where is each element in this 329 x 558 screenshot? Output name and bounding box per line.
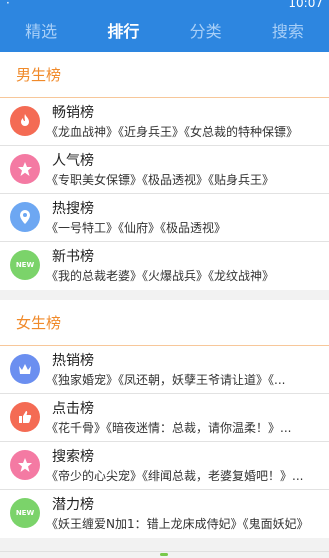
ranking-books: 《龙血战神》《近身兵王》《女总裁的特种保镖》 [46, 125, 299, 139]
ranking-item-bestseller[interactable]: 畅销榜 《龙血战神》《近身兵王》《女总裁的特种保镖》 [0, 98, 329, 146]
ranking-list-female: 热销榜 《独家婚宠》《凤还朝，妖孽王爷请让道》《... 点击榜 《花千骨》《暗夜… [0, 346, 329, 538]
new-icon: NEW [10, 250, 40, 280]
ranking-title: 点击榜 [52, 401, 94, 417]
location-icon [10, 202, 40, 232]
ranking-title: 人气榜 [52, 153, 94, 169]
section-title: 男生榜 [16, 66, 62, 84]
new-icon: NEW [10, 498, 40, 528]
ranking-books: 《花千骨》《暗夜迷情：总裁，请你温柔！》... [46, 421, 292, 435]
crown-icon [10, 354, 40, 384]
ranking-books: 《帝少的心尖宠》《绯闻总裁，老婆复婚吧！》... [46, 469, 304, 483]
ranking-title: 新书榜 [52, 249, 94, 265]
ranking-title: 畅销榜 [52, 105, 94, 121]
status-bar: · 10:07 [0, 0, 329, 10]
section-header-female: 女生榜 [0, 300, 329, 346]
ranking-item-potential[interactable]: NEW 潜力榜 《妖王缠爱N加1：错上龙床成侍妃》《鬼面妖妃》 [0, 490, 329, 538]
status-left: · [6, 0, 10, 10]
tab-rankings[interactable]: 排行 [82, 18, 164, 46]
ranking-item-searches[interactable]: 搜索榜 《帝少的心尖宠》《绯闻总裁，老婆复婚吧！》... [0, 442, 329, 490]
ranking-item-hot-sales[interactable]: 热销榜 《独家婚宠》《凤还朝，妖孽王爷请让道》《... [0, 346, 329, 394]
ranking-item-popularity[interactable]: 人气榜 《专职美女保镖》《极品透视》《贴身兵王》 [0, 146, 329, 194]
section-header-male: 男生榜 [0, 52, 329, 98]
bottom-indicator [160, 553, 168, 556]
ranking-books: 《一号特工》《仙府》《极品透视》 [46, 221, 227, 235]
tab-categories[interactable]: 分类 [165, 18, 247, 46]
ranking-list-male: 畅销榜 《龙血战神》《近身兵王》《女总裁的特种保镖》 人气榜 《专职美女保镖》《… [0, 98, 329, 290]
section-title: 女生榜 [16, 314, 62, 332]
ranking-books: 《独家婚宠》《凤还朝，妖孽王爷请让道》《... [46, 373, 286, 387]
top-bar: · 10:07 精选 排行 分类 搜索 [0, 0, 329, 52]
tab-bar: 精选 排行 分类 搜索 [0, 18, 329, 46]
ranking-item-new-books[interactable]: NEW 新书榜 《我的总裁老婆》《火爆战兵》《龙纹战神》 [0, 242, 329, 290]
ranking-books: 《妖王缠爱N加1：错上龙床成侍妃》《鬼面妖妃》 [46, 517, 309, 531]
tab-featured[interactable]: 精选 [0, 18, 82, 46]
ranking-title: 搜索榜 [52, 449, 94, 465]
ranking-title: 热销榜 [52, 353, 94, 369]
flame-icon [10, 106, 40, 136]
ranking-item-hot-search[interactable]: 热搜榜 《一号特工》《仙府》《极品透视》 [0, 194, 329, 242]
ranking-books: 《专职美女保镖》《极品透视》《贴身兵王》 [46, 173, 275, 187]
ranking-item-clicks[interactable]: 点击榜 《花千骨》《暗夜迷情：总裁，请你温柔！》... [0, 394, 329, 442]
star-icon [10, 450, 40, 480]
tab-search[interactable]: 搜索 [247, 18, 329, 46]
ranking-title: 潜力榜 [52, 497, 94, 513]
status-time: 10:07 [288, 0, 323, 10]
thumbs-up-icon [10, 402, 40, 432]
ranking-title: 热搜榜 [52, 201, 94, 217]
ranking-books: 《我的总裁老婆》《火爆战兵》《龙纹战神》 [46, 269, 275, 283]
star-icon [10, 154, 40, 184]
